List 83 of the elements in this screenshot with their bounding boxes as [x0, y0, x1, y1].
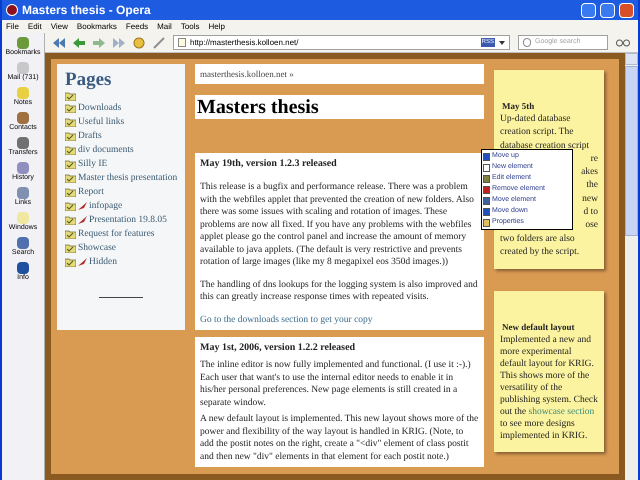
note-line: creation script. The — [500, 126, 574, 140]
note-line: new — [582, 192, 598, 206]
panel-icon — [17, 112, 29, 124]
note-title: New default layout — [501, 321, 576, 334]
forward-icon[interactable] — [93, 38, 105, 48]
page-link[interactable]: div documents — [65, 143, 177, 157]
page-link[interactable]: Drafts — [65, 129, 177, 143]
note-line: database creation script — [500, 140, 590, 152]
downloads-link[interactable]: Go to the downloads section to get your copy — [200, 314, 479, 326]
panel-icon — [17, 162, 29, 174]
page-link[interactable]: Master thesis presentation — [65, 171, 177, 185]
page-link[interactable]: Useful links — [65, 115, 177, 129]
folder-icon — [65, 160, 76, 168]
menu-item[interactable]: Bookmarks — [76, 20, 117, 32]
panel-icon — [17, 212, 29, 224]
pages-heading: Pages — [65, 68, 112, 92]
panel-icon — [16, 87, 29, 99]
folder-icon — [65, 174, 76, 182]
note-line: d to — [583, 206, 598, 220]
page-link[interactable]: Report — [65, 185, 177, 199]
panel-icon — [17, 137, 29, 149]
app-icon — [6, 4, 18, 16]
post-paragraph: This release is a bugfix and performance release. There was a problem with the webfiles applet that prevented the creation of new folders. Also there was some issues with scaling and rotation of images. These problems are now all fixed. If you have any problems with the webfiles applet please go the control panel and increase the amount of memory available to java applets. (The default is very restrictive and prevents rotation of large images (like my 8 megapixel eos 350d images.)) — [200, 181, 475, 268]
menu-item[interactable]: Feeds — [126, 20, 148, 32]
page-title: Masters thesis — [195, 95, 484, 119]
folder-icon — [65, 146, 76, 154]
folder-icon — [65, 188, 76, 196]
scroll-thumb[interactable] — [625, 66, 638, 236]
folder-icon — [65, 104, 76, 112]
page-link[interactable]: infopage — [65, 199, 177, 213]
post-paragraph: The handling of dns lookups for the logging system is also improved and this can greatly increase response times with repeated visits. — [200, 278, 479, 304]
folder-icon — [65, 258, 76, 266]
page-icon — [178, 38, 186, 47]
folder-icon — [65, 92, 76, 101]
post-paragraph: A new default layout is implemented. This new layout shows more of the power and flexibility of the way layout is handled in KRIG. (Note, to add the postit notes on the right, create a "<div" element of class postit and then new "div" elements in that element for each postit note.) — [200, 413, 479, 463]
panel-icon — [17, 62, 29, 74]
back-icon[interactable] — [73, 38, 85, 48]
note-line: akes — [581, 166, 598, 180]
note-line: the — [586, 179, 598, 192]
pen-icon[interactable] — [153, 36, 165, 48]
dropdown-icon[interactable] — [499, 40, 505, 44]
note-line: re — [590, 152, 598, 166]
menu-item[interactable]: Tools — [180, 20, 200, 32]
post-paragraph: The inline editor is now fully implemented and functional. (I use it :-).) Each user that want's to use the internal editor needs to enable it in his/her personal preferences. New page elements is still created in a separate window. — [200, 359, 472, 409]
window-title: Masters thesis - Opera — [22, 2, 151, 19]
post-title: May 1st, 2006, version 1.2.2 released — [200, 341, 356, 355]
page-link[interactable]: Silly IE — [65, 157, 177, 171]
menu-item[interactable]: Help — [208, 20, 225, 32]
folder-icon — [65, 216, 76, 224]
folder-icon — [65, 244, 76, 252]
page-link[interactable]: Hidden — [65, 255, 177, 269]
close-button[interactable] — [619, 2, 634, 18]
panel-icon — [17, 262, 29, 274]
note-line: created by the script. — [500, 246, 580, 259]
post-title: May 19th, version 1.2.3 released — [200, 157, 338, 171]
folder-icon — [65, 202, 76, 210]
maximize-button[interactable] — [600, 2, 615, 18]
folder-icon — [65, 132, 76, 140]
note-line: ose — [585, 219, 598, 232]
rewind-icon[interactable] — [53, 38, 65, 48]
glasses-icon[interactable] — [616, 38, 630, 46]
page-link[interactable]: Request for features — [65, 227, 177, 241]
menu-item[interactable]: Mail — [157, 20, 172, 32]
note-title: May 5th — [501, 100, 536, 112]
scrollbar[interactable] — [625, 53, 638, 480]
menu-item[interactable]: File — [6, 20, 19, 32]
showcase-link[interactable]: showcase section — [528, 407, 594, 418]
menu-item[interactable]: Edit — [28, 20, 42, 32]
minimize-button[interactable] — [581, 2, 596, 18]
folder-icon — [65, 230, 76, 238]
panel-icon — [17, 237, 29, 249]
breadcrumb[interactable]: masterthesis.kolloen.net » — [195, 64, 484, 84]
folder-icon — [65, 118, 76, 126]
page-link[interactable]: Presentation 19.8.05 — [65, 213, 177, 227]
fast-forward-icon[interactable] — [113, 38, 125, 48]
menu-item[interactable]: View — [50, 20, 68, 32]
panel-icon — [17, 187, 29, 199]
note-line: two folders are also — [500, 232, 576, 246]
page-link[interactable]: Showcase — [65, 241, 177, 255]
note-line: Up-dated database — [500, 113, 572, 126]
note-text: Implemented a new and more experimental default layout for KRIG. This shows more of the versatility of the publishing system. Check out the showcase section to see more designs implemented in KRIG. — [500, 334, 598, 442]
panel-icon — [16, 37, 29, 49]
page-link[interactable]: Downloads — [65, 101, 177, 115]
